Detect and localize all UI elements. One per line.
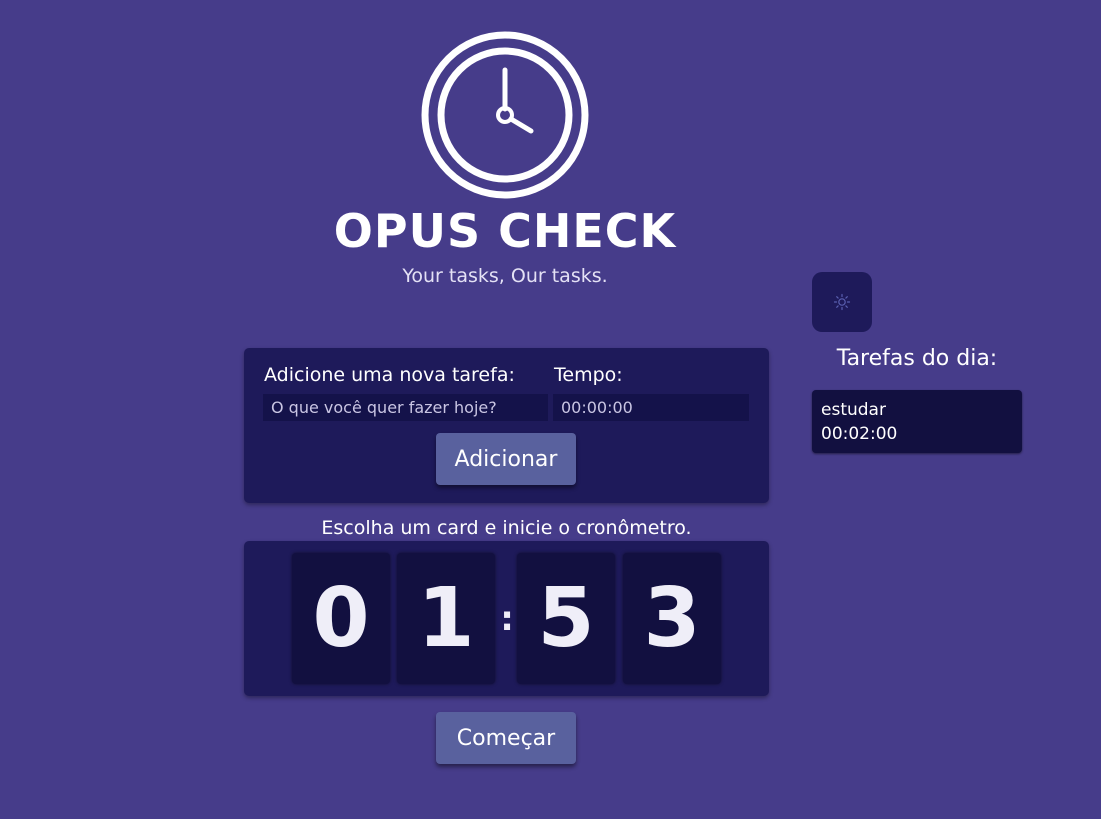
task-card-time: 00:02:00 — [821, 424, 898, 444]
timer-digit: 3 — [623, 553, 721, 684]
add-task-card: Adicione uma nova tarefa: Tempo: Adicion… — [244, 348, 769, 503]
timer-separator: : — [500, 599, 514, 639]
timer-display: 0 1 : 5 3 — [244, 541, 769, 696]
start-button[interactable]: Começar — [436, 712, 576, 764]
timer-instruction: Escolha um card e inicie o cronômetro. — [321, 517, 692, 539]
task-card[interactable]: estudar 00:02:00 — [812, 390, 1022, 453]
task-card-name: estudar — [821, 400, 886, 420]
add-task-button[interactable]: Adicionar — [436, 433, 576, 485]
time-input[interactable] — [553, 394, 749, 421]
sun-icon — [833, 293, 851, 311]
app-page: OPUS CHECK Your tasks, Our tasks. Adicio… — [0, 0, 1101, 819]
timer-digit: 1 — [397, 553, 495, 684]
task-input[interactable] — [263, 394, 548, 421]
clock-logo-icon — [421, 31, 589, 199]
timer-digit: 5 — [517, 553, 615, 684]
time-label: Tempo: — [554, 364, 623, 386]
task-label: Adicione uma nova tarefa: — [264, 364, 515, 386]
timer-digit: 0 — [292, 553, 390, 684]
theme-toggle-button[interactable] — [812, 272, 872, 332]
brand-title: OPUS CHECK — [333, 204, 677, 258]
daily-tasks-title: Tarefas do dia: — [836, 346, 998, 371]
